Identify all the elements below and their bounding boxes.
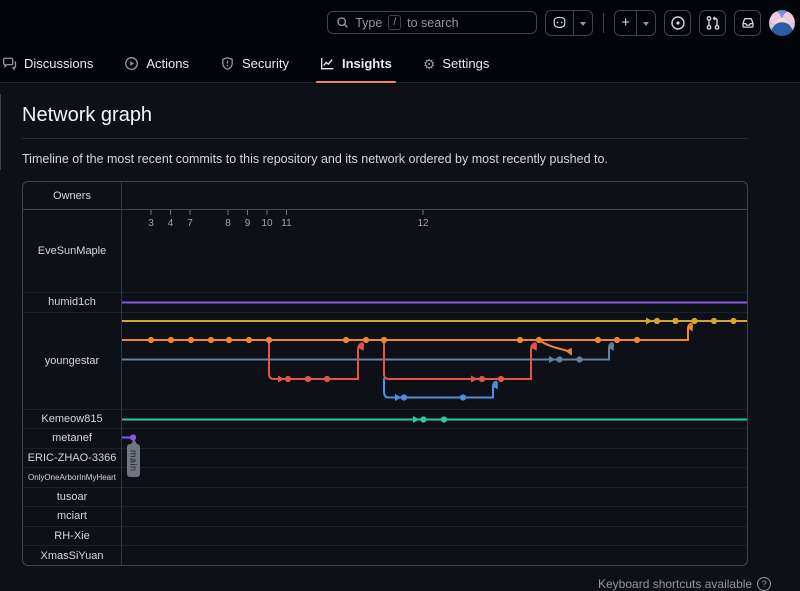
branch-ref-label: main [127,444,140,477]
slash-key-hint: / [388,15,401,30]
tab-label: Settings [442,56,489,71]
issue-opened-icon [670,15,686,31]
inbox-icon [740,15,756,31]
owner-graph-lane[interactable] [121,410,747,429]
tab-label: Discussions [24,56,93,71]
keyboard-shortcuts-label: Keyboard shortcuts available [598,577,752,591]
owner-name[interactable]: tusoar [23,488,121,507]
tab-settings[interactable]: ⚙ Settings [414,45,499,82]
search-input[interactable]: Type / to search [327,11,537,34]
discussions-icon [2,56,17,71]
owner-name[interactable]: Kemeow815 [23,410,121,429]
tab-label: Insights [342,56,392,71]
page-description: Timeline of the most recent commits to t… [22,152,770,166]
play-icon [124,56,139,71]
tab-label: Security [242,56,289,71]
search-icon [336,16,349,29]
inbox-button[interactable] [734,10,761,36]
owner-row: humid1ch [23,293,747,313]
tab-label: Actions [146,56,189,71]
owner-name[interactable]: humid1ch [23,293,121,312]
owners-column-header: Owners [23,190,121,202]
search-placeholder-suffix: to search [407,16,458,30]
owner-name[interactable]: XmasSiYuan [23,546,121,566]
owner-name[interactable]: youngestar [23,313,121,409]
create-new-caret[interactable] [636,11,655,35]
page-title: Network graph [22,104,770,127]
tab-discussions[interactable]: Discussions [0,45,102,82]
tab-security[interactable]: Security [211,45,298,82]
avatar[interactable] [769,10,795,36]
owner-graph-lane[interactable] [121,429,747,448]
pull-requests-button[interactable] [699,10,726,36]
owner-name[interactable]: OnlyOneArborInMyHeart [23,468,121,487]
gear-icon: ⚙ [423,57,436,71]
chevron-down-icon [643,22,649,29]
active-tab-underline [316,81,396,83]
owner-graph-lane[interactable] [121,468,747,487]
owner-row: XmasSiYuan [23,546,747,566]
keyboard-shortcuts-note[interactable]: Keyboard shortcuts available ? [598,577,771,591]
git-pull-request-icon [705,15,721,31]
shield-icon [220,56,235,71]
repo-tab-bar: Discussions Actions Security Insights ⚙ … [0,45,800,83]
owner-name[interactable]: RH-Xie [23,527,121,546]
issues-button[interactable] [664,10,691,36]
owner-graph-lane[interactable] [121,507,747,526]
owner-name[interactable]: ERIC-ZHAO-3366 [23,449,121,468]
network-graph-table: Owners EveSunMaplehumid1chyoungestarKeme… [22,181,748,566]
table-header: Owners [23,182,747,210]
owner-graph-lane[interactable] [121,313,747,409]
tab-actions[interactable]: Actions [115,45,198,82]
graph-icon [320,56,335,71]
owner-row: mciart [23,507,747,527]
copilot-icon[interactable] [546,11,573,35]
owner-graph-lane[interactable] [121,546,747,566]
search-placeholder-prefix: Type [355,16,382,30]
owner-name[interactable]: mciart [23,507,121,526]
owner-row: RH-Xie [23,527,747,547]
tab-insights[interactable]: Insights [311,45,401,82]
owner-rows: EveSunMaplehumid1chyoungestarKemeow815me… [23,210,747,566]
owner-graph-lane[interactable] [121,527,747,546]
owner-graph-lane[interactable] [121,210,747,292]
owner-row: Kemeow815 [23,410,747,430]
plus-icon[interactable]: + [615,11,636,35]
chevron-down-icon [580,22,586,29]
copilot-menu-caret[interactable] [573,11,592,35]
question-circle-icon: ? [757,577,771,591]
owner-name[interactable]: EveSunMaple [23,210,121,292]
create-new-button[interactable]: + [614,10,656,36]
main-content: Network graph Timeline of the most recen… [0,104,800,566]
top-nav: Type / to search + [0,0,800,45]
column-divider [121,182,122,565]
title-divider [22,138,748,139]
owner-graph-lane[interactable] [121,488,747,507]
copilot-button[interactable] [545,10,593,36]
owner-row: tusoar [23,488,747,508]
nav-divider [603,13,604,33]
sidebar-edge-line [0,94,1,170]
owner-name[interactable]: metanef [23,429,121,448]
owner-row: youngestar [23,313,747,410]
owner-graph-lane[interactable] [121,449,747,468]
owner-graph-lane[interactable] [121,293,747,312]
owner-row: EveSunMaple [23,210,747,293]
